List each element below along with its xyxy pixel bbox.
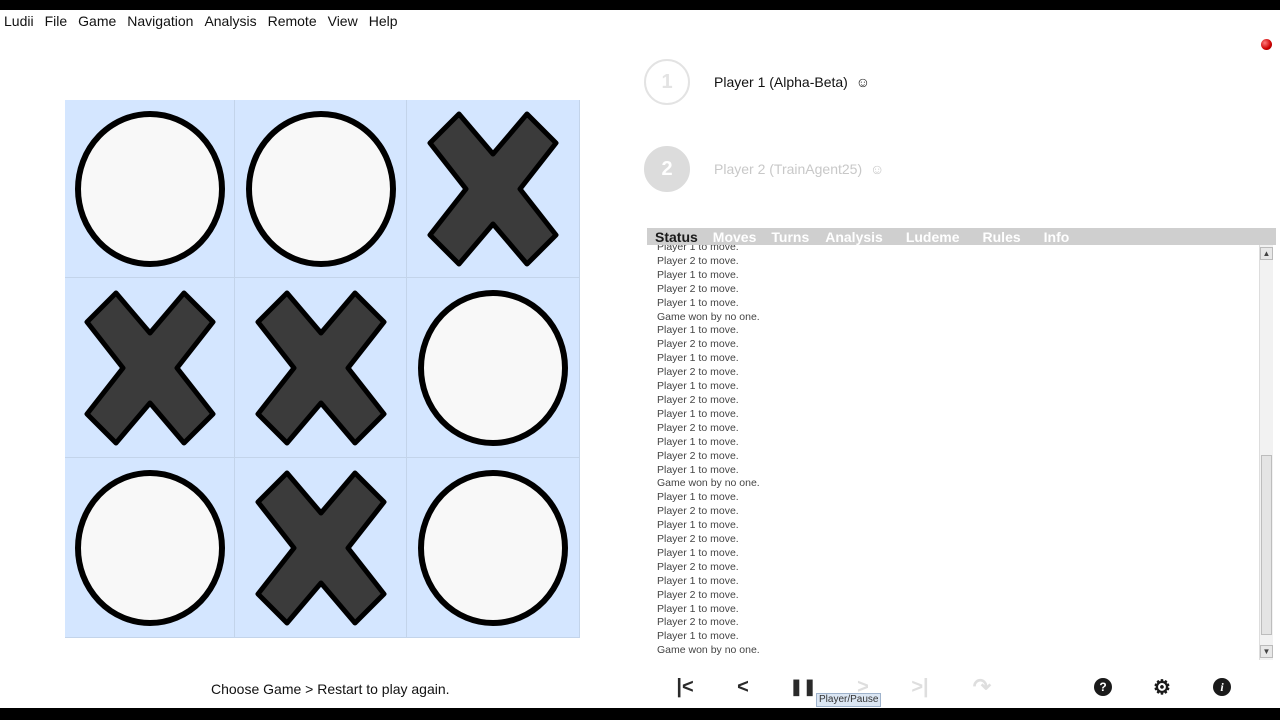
player-1-label[interactable]: Player 1 (Alpha-Beta) ☺ — [714, 74, 870, 90]
menu-navigation[interactable]: Navigation — [122, 13, 199, 29]
log-line: Player 1 to move. — [657, 435, 739, 448]
player-1-badge: 1 — [644, 59, 690, 105]
board-cell[interactable] — [407, 278, 580, 458]
gear-icon[interactable]: ⚙ — [1153, 677, 1171, 699]
log-line: Player 2 to move. — [657, 449, 739, 462]
log-line: Game won by no one. — [657, 310, 760, 323]
o-piece-icon — [245, 110, 396, 267]
log-line: Player 1 to move. — [657, 519, 739, 532]
player-1-name: Player 1 (Alpha-Beta) — [714, 74, 848, 90]
status-log-content: Player 1 to move. Player 2 to move. Player… — [657, 245, 760, 658]
network-status-indicator — [1261, 39, 1272, 50]
log-line: Player 2 to move. — [657, 588, 739, 601]
board-cell[interactable] — [65, 278, 235, 458]
x-piece-icon — [427, 111, 559, 266]
menu-analysis[interactable]: Analysis — [199, 13, 262, 29]
log-line: Player 1 to move. — [657, 296, 739, 309]
game-board — [65, 100, 580, 638]
board-cell[interactable] — [407, 100, 580, 278]
player-2-name: Player 2 (TrainAgent25) — [714, 161, 863, 177]
board-cell[interactable] — [65, 100, 235, 278]
help-icon[interactable]: ? — [1094, 678, 1112, 696]
log-line: Player 2 to move. — [657, 560, 739, 573]
tab-rules[interactable]: Rules — [983, 229, 1021, 245]
scroll-thumb[interactable] — [1261, 455, 1272, 635]
log-line: Player 1 to move. — [657, 602, 739, 615]
x-piece-icon — [84, 290, 215, 445]
scroll-up-arrow-icon[interactable]: ▲ — [1260, 247, 1273, 260]
log-line: Game won by no one. — [657, 477, 760, 490]
menu-remote[interactable]: Remote — [263, 13, 323, 29]
log-line: Player 1 to move. — [657, 245, 739, 253]
o-piece-icon — [74, 110, 225, 267]
log-line: Player 2 to move. — [657, 338, 739, 351]
board-cell[interactable] — [235, 278, 407, 458]
x-piece-icon — [255, 470, 386, 625]
log-line: Player 2 to move. — [657, 505, 739, 518]
status-log: Player 1 to move. Player 2 to move. Player… — [647, 245, 1259, 660]
player-2-badge: 2 — [644, 146, 690, 192]
info-icon[interactable]: i — [1213, 678, 1231, 696]
smiley-icon: ☺ — [870, 161, 885, 177]
o-piece-icon — [74, 469, 225, 626]
log-line: Player 1 to move. — [657, 324, 739, 337]
menu-help[interactable]: Help — [364, 13, 404, 29]
tab-analysis[interactable]: Analysis — [825, 229, 883, 245]
x-piece-icon — [255, 290, 386, 445]
log-line: Player 1 to move. — [657, 352, 739, 365]
menu-view[interactable]: View — [323, 13, 364, 29]
smiley-icon: ☺ — [855, 74, 871, 90]
tab-ludeme[interactable]: Ludeme — [906, 229, 960, 245]
log-line: Player 2 to move. — [657, 533, 739, 546]
log-line: Player 1 to move. — [657, 574, 739, 587]
log-line: Player 1 to move. — [657, 380, 739, 393]
scroll-down-arrow-icon[interactable]: ▼ — [1260, 645, 1273, 658]
tab-moves[interactable]: Moves — [713, 229, 757, 245]
log-line: Player 2 to move. — [657, 421, 739, 434]
log-line: Player 2 to move. — [657, 393, 739, 406]
board-cell[interactable] — [65, 458, 235, 638]
window-bottom-border — [0, 708, 1280, 720]
log-line: Player 1 to move. — [657, 630, 739, 643]
pause-tooltip: Player/Pause — [816, 693, 882, 707]
pause-icon[interactable]: ❚❚ — [790, 674, 817, 700]
menu-ludii[interactable]: Ludii — [0, 13, 40, 29]
board-cell[interactable] — [235, 100, 407, 278]
info-tabs: Status Moves Turns Analysis Ludeme Rules… — [647, 228, 1276, 245]
player-2-row: 2 Player 2 (TrainAgent25) ☺ — [644, 146, 884, 192]
board-cell[interactable] — [235, 458, 407, 638]
previous-move-icon[interactable]: < — [730, 674, 756, 700]
log-line: Player 2 to move. — [657, 616, 739, 629]
log-line: Player 1 to move. — [657, 268, 739, 281]
first-move-icon[interactable]: |< — [672, 674, 698, 700]
o-piece-icon — [418, 289, 568, 446]
log-line: Player 1 to move. — [657, 491, 739, 504]
menu-file[interactable]: File — [40, 13, 74, 29]
player-2-label[interactable]: Player 2 (TrainAgent25) ☺ — [714, 161, 884, 177]
board-cell[interactable] — [407, 458, 580, 638]
tab-turns[interactable]: Turns — [771, 229, 809, 245]
status-log-scrollbar[interactable]: ▲ ▼ — [1259, 245, 1273, 660]
tab-status[interactable]: Status — [655, 229, 698, 245]
menu-bar: Ludii File Game Navigation Analysis Remo… — [0, 10, 1280, 32]
menu-game[interactable]: Game — [73, 13, 122, 29]
log-line: Player 2 to move. — [657, 254, 739, 267]
o-piece-icon — [418, 469, 568, 626]
log-line: Player 2 to move. — [657, 366, 739, 379]
log-line: Player 2 to move. — [657, 282, 739, 295]
player-1-row: 1 Player 1 (Alpha-Beta) ☺ — [644, 59, 870, 105]
log-line: Game won by no one. — [657, 644, 760, 657]
tab-info[interactable]: Info — [1044, 229, 1070, 245]
log-line: Player 1 to move. — [657, 463, 739, 476]
log-line: Player 1 to move. — [657, 546, 739, 559]
last-move-icon[interactable]: >| — [907, 674, 933, 700]
window-top-border — [0, 0, 1280, 10]
log-line: Player 1 to move. — [657, 407, 739, 420]
status-message: Choose Game > Restart to play again. — [211, 681, 450, 697]
redo-icon[interactable]: ↷ — [969, 674, 995, 700]
